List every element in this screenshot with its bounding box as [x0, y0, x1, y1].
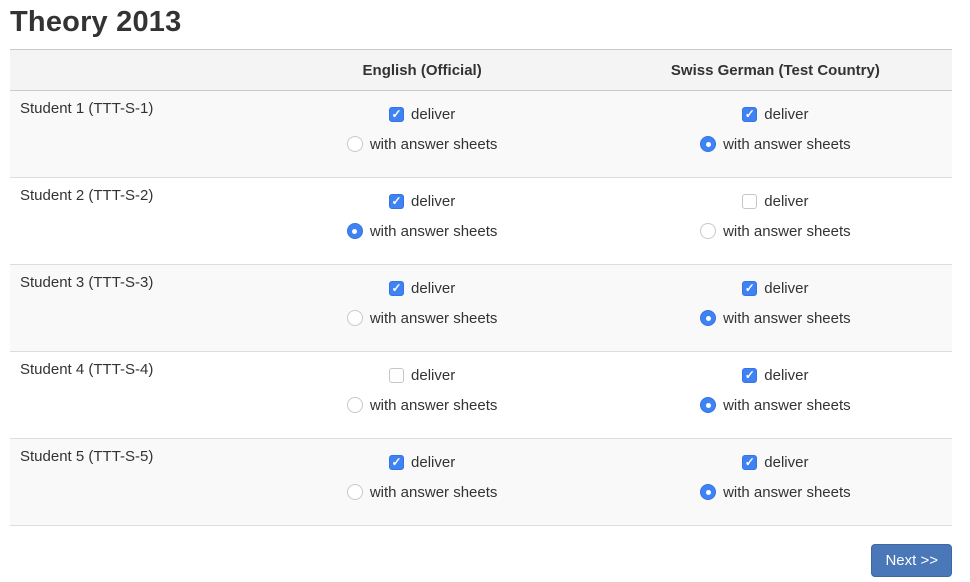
checkbox-icon	[389, 107, 404, 122]
checkbox-icon	[389, 194, 404, 209]
table-row: Student 1 (TTT-S-1) deliver wit	[10, 91, 952, 178]
radio-icon	[347, 136, 363, 152]
table-row: Student 3 (TTT-S-3) deliver wit	[10, 265, 952, 352]
student-label: Student 3 (TTT-S-3)	[10, 265, 246, 352]
checkbox-icon	[389, 455, 404, 470]
checkbox-icon	[389, 281, 404, 296]
radio-icon	[700, 310, 716, 326]
table-row: Student 2 (TTT-S-2) deliver wit	[10, 178, 952, 265]
answer-sheets-radio[interactable]: with answer sheets	[347, 136, 498, 153]
deliver-checkbox[interactable]: deliver	[742, 106, 808, 123]
deliver-checkbox[interactable]: deliver	[389, 280, 455, 297]
deliver-checkbox[interactable]: deliver	[742, 454, 808, 471]
answer-sheets-radio[interactable]: with answer sheets	[347, 310, 498, 327]
checkbox-icon	[389, 368, 404, 383]
page: Theory 2013 English (Official) Swiss Ger…	[0, 0, 970, 577]
answer-sheets-radio[interactable]: with answer sheets	[347, 223, 498, 240]
deliver-checkbox[interactable]: deliver	[389, 454, 455, 471]
column-header-english: English (Official)	[246, 50, 599, 91]
radio-icon	[700, 223, 716, 239]
student-label: Student 4 (TTT-S-4)	[10, 352, 246, 439]
checkbox-icon	[742, 455, 757, 470]
table-header-row: English (Official) Swiss German (Test Co…	[10, 50, 952, 91]
radio-icon	[700, 397, 716, 413]
deliver-checkbox[interactable]: deliver	[742, 367, 808, 384]
radio-icon	[347, 310, 363, 326]
radio-icon	[347, 223, 363, 239]
deliver-checkbox[interactable]: deliver	[389, 193, 455, 210]
deliver-checkbox[interactable]: deliver	[742, 280, 808, 297]
page-title: Theory 2013	[10, 6, 952, 39]
deliver-checkbox[interactable]: deliver	[389, 106, 455, 123]
deliver-checkbox[interactable]: deliver	[389, 367, 455, 384]
answer-sheets-radio[interactable]: with answer sheets	[700, 397, 851, 414]
student-label: Student 2 (TTT-S-2)	[10, 178, 246, 265]
table-row: Student 5 (TTT-S-5) deliver wit	[10, 439, 952, 526]
radio-icon	[347, 484, 363, 500]
student-label: Student 1 (TTT-S-1)	[10, 91, 246, 178]
radio-icon	[347, 397, 363, 413]
student-column-header	[10, 50, 246, 91]
checkbox-icon	[742, 281, 757, 296]
answer-sheets-radio[interactable]: with answer sheets	[700, 223, 851, 240]
table-row: Student 4 (TTT-S-4) deliver wit	[10, 352, 952, 439]
radio-icon	[700, 484, 716, 500]
delivery-table: English (Official) Swiss German (Test Co…	[10, 49, 952, 526]
student-label: Student 5 (TTT-S-5)	[10, 439, 246, 526]
checkbox-icon	[742, 194, 757, 209]
answer-sheets-radio[interactable]: with answer sheets	[347, 484, 498, 501]
answer-sheets-radio[interactable]: with answer sheets	[700, 310, 851, 327]
answer-sheets-radio[interactable]: with answer sheets	[700, 136, 851, 153]
next-button[interactable]: Next >>	[871, 544, 952, 577]
checkbox-icon	[742, 368, 757, 383]
column-header-swiss-german: Swiss German (Test Country)	[599, 50, 952, 91]
radio-icon	[700, 136, 716, 152]
footer: Next >>	[10, 544, 952, 577]
deliver-checkbox[interactable]: deliver	[742, 193, 808, 210]
answer-sheets-radio[interactable]: with answer sheets	[347, 397, 498, 414]
answer-sheets-radio[interactable]: with answer sheets	[700, 484, 851, 501]
checkbox-icon	[742, 107, 757, 122]
